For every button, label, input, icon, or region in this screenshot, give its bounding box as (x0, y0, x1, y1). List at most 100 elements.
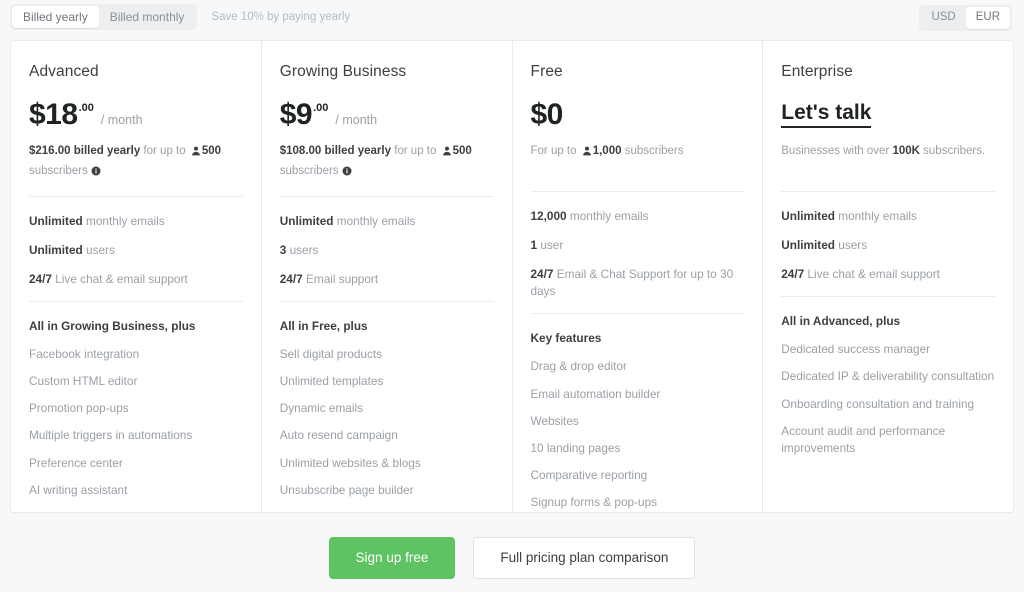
feature-item: Account audit and performance improvemen… (781, 423, 946, 455)
feature-item: Comparative reporting (530, 467, 648, 482)
price-description: For up to 1,000 subscribers (531, 142, 745, 178)
currency-toggle[interactable]: USD EUR (919, 5, 1012, 31)
core-feature-item: 24/7 Live chat & email support (29, 271, 243, 288)
features-heading: All in Free, plus (279, 319, 368, 334)
core-feature-item: 24/7 Email support (280, 271, 494, 288)
feature-list: Sell digital products Unlimited templates… (279, 346, 494, 512)
feature-item: Unsubscribe page builder (279, 482, 414, 497)
pricing-card: Growing Business $9.00 / month $108.00 bill… (262, 41, 513, 512)
plan-name: Enterprise (781, 63, 853, 80)
feature-item: Onboarding consultation and training (781, 396, 975, 411)
core-feature-item: Unlimited users (29, 242, 243, 259)
footer-actions: Sign up free Full pricing plan compariso… (0, 537, 1024, 579)
core-feature-list: Unlimited monthly emails 3 users 24/7 Emai… (280, 213, 494, 288)
currency-toggle-eur[interactable]: EUR (965, 7, 1010, 29)
card-divider-top (530, 191, 745, 192)
features-heading: Key features (530, 331, 602, 346)
plan-name: Free (530, 63, 563, 80)
core-feature-highlight: Unlimited (279, 213, 334, 228)
person-icon (582, 144, 592, 162)
billing-toggle-monthly[interactable]: Billed monthly (99, 6, 196, 28)
feature-item: 10 landing pages (530, 440, 621, 455)
subscriber-count: 500 (452, 145, 472, 157)
core-feature-highlight: Unlimited (29, 213, 83, 228)
price-billed-amount: $108.00 billed yearly (279, 145, 391, 157)
full-pricing-comparison-button[interactable]: Full pricing plan comparison (473, 537, 696, 579)
price-sub-mid: For up to (530, 145, 580, 157)
person-icon (191, 144, 201, 162)
subscriber-count: 1,000 (592, 145, 622, 157)
core-feature-highlight: 24/7 (781, 267, 805, 282)
core-feature-item: 1 user (531, 237, 745, 254)
core-feature-list: 12,000 monthly emails 1 user 24/7 Email & … (531, 208, 745, 300)
card-divider-bottom (781, 296, 995, 298)
feature-item: Sell digital products (279, 347, 383, 362)
feature-item: Custom HTML editor (29, 374, 138, 389)
core-feature-text: monthly emails (835, 209, 917, 223)
info-icon[interactable] (342, 164, 352, 182)
feature-item: Dynamic emails (279, 401, 364, 416)
price-sub-suffix: subscribers (279, 165, 339, 178)
core-feature-highlight: 24/7 (29, 271, 52, 286)
pricing-card: Enterprise Let's talk Businesses with over… (763, 41, 1013, 512)
plan-name: Advanced (29, 63, 99, 80)
billing-toggle-yearly[interactable]: Billed yearly (12, 6, 99, 28)
core-feature-highlight: 24/7 (279, 271, 303, 286)
feature-item: Unlimited templates (279, 374, 384, 389)
core-feature-item: 12,000 monthly emails (531, 208, 745, 225)
feature-item: Dedicated IP & deliverability consultati… (781, 369, 995, 384)
billing-period-toggle[interactable]: Billed yearly Billed monthly (10, 4, 198, 30)
features-heading: All in Growing Business, plus (29, 319, 196, 334)
card-divider-top (29, 195, 243, 197)
core-feature-item: Unlimited users (781, 237, 995, 254)
feature-list: Dedicated success manager Dedicated IP & … (781, 341, 995, 456)
core-feature-text: monthly emails (82, 213, 165, 228)
feature-item: Auto resend campaign (279, 428, 398, 443)
core-feature-item: Unlimited monthly emails (280, 213, 494, 230)
core-feature-text: Email & Chat Support for up to 30 days (530, 267, 734, 299)
core-feature-text: users (835, 238, 868, 253)
core-feature-text: monthly emails (333, 213, 416, 228)
price-sub-mid: for up to (391, 145, 440, 157)
core-feature-highlight: Unlimited (781, 209, 835, 223)
pricing-card: Free $0 For up to 1,000 subscribers 12,000 … (513, 41, 764, 512)
feature-item: Multivariate testing (280, 509, 494, 512)
feature-item: Multiple triggers in automations (29, 428, 193, 443)
feature-list: Drag & drop editor Email automation build… (531, 358, 745, 511)
core-feature-item: Unlimited monthly emails (29, 213, 243, 230)
feature-item: Dedicated success manager (781, 342, 931, 357)
feature-item: Signup forms & pop-ups (530, 494, 658, 509)
price-sub-suffix: subscribers. (919, 145, 986, 157)
price-cents: .00 (78, 102, 94, 114)
core-feature-text: Email support (302, 271, 379, 286)
plan-price: $9.00 / month (280, 100, 494, 133)
price-billed-amount: $216.00 billed yearly (29, 145, 141, 157)
price-description: Businesses with over 100K subscribers. (781, 142, 995, 178)
price-amount: $9 (279, 98, 313, 131)
subscriber-count: 100K (892, 145, 920, 157)
feature-item: Promotion pop-ups (29, 401, 129, 416)
feature-list: Facebook integration Custom HTML editor Pr… (29, 346, 243, 512)
core-feature-highlight: 12,000 (530, 209, 567, 223)
core-feature-list: Unlimited monthly emails Unlimited users 2… (29, 213, 243, 288)
info-icon[interactable] (91, 164, 101, 182)
plan-price: $0 (531, 100, 745, 133)
price-sub-suffix: subscribers (29, 165, 88, 178)
plan-price: $18.00 / month (29, 100, 243, 133)
card-divider-bottom (530, 313, 745, 315)
sign-up-free-button[interactable]: Sign up free (328, 537, 456, 579)
card-divider-top (781, 191, 995, 192)
core-feature-highlight: Unlimited (781, 238, 835, 253)
plan-name: Growing Business (279, 63, 407, 80)
pricing-cards-container: Advanced $18.00/ month $216.00 billed year… (10, 40, 1014, 513)
feature-item: Smart sending (29, 509, 243, 512)
feature-item: Websites (530, 413, 579, 428)
core-feature-highlight: Unlimited (29, 242, 83, 257)
plan-price: Let's talk (781, 100, 995, 133)
price-period: / month (335, 113, 378, 127)
core-feature-text: Live chat & email support (51, 271, 188, 286)
lets-talk-link[interactable]: Let's talk (781, 100, 872, 129)
core-feature-item: 3 users (280, 242, 494, 259)
currency-toggle-usd[interactable]: USD (921, 7, 965, 29)
feature-item: AI writing assistant (29, 482, 128, 497)
